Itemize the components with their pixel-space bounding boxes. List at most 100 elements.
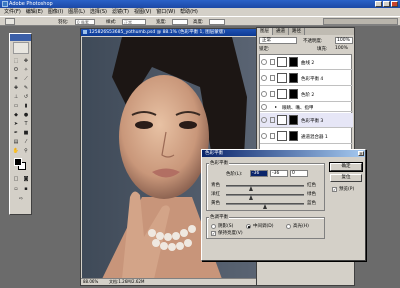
menu-view[interactable]: 视图(V): [134, 8, 151, 16]
visibility-eye-icon[interactable]: [261, 91, 267, 97]
visibility-eye-icon[interactable]: [261, 75, 267, 81]
highlights-radio[interactable]: [286, 224, 291, 229]
visibility-eye-icon[interactable]: [261, 117, 267, 123]
tool-preset-icon[interactable]: [5, 18, 15, 25]
link-icon[interactable]: [270, 133, 275, 139]
window-controls: [375, 1, 398, 7]
menu-file[interactable]: 文件(F): [4, 8, 21, 16]
screen-mode-1-icon[interactable]: ▫: [12, 186, 20, 193]
gradient-tool-icon[interactable]: ▮: [22, 103, 30, 110]
levels-yellow-blue-input[interactable]: 0: [290, 170, 308, 177]
cyan-red-slider[interactable]: [226, 185, 304, 187]
eyedropper-tool-icon[interactable]: ⁄: [22, 139, 30, 146]
layer-row[interactable]: 色阶 2: [260, 87, 353, 102]
menu-layer[interactable]: 图层(L): [68, 8, 85, 16]
feather-label: 羽化:: [58, 20, 69, 25]
dialog-title: 色彩平衡: [205, 151, 223, 156]
notes-tool-icon[interactable]: ▤: [12, 139, 20, 146]
lasso-tool-icon[interactable]: ʘ: [12, 67, 20, 74]
slider-left-label: 洋红: [211, 192, 220, 197]
type-tool-icon[interactable]: T: [22, 121, 30, 128]
toolbox-header[interactable]: [10, 34, 31, 41]
layer-row[interactable]: 通道混合器 1: [260, 129, 353, 144]
standard-mode-icon[interactable]: □: [12, 176, 20, 183]
menu-image[interactable]: 图像(I): [48, 8, 63, 16]
feather-input[interactable]: 0 像素: [75, 19, 95, 25]
menu-select[interactable]: 选择(S): [90, 8, 107, 16]
preserve-luminosity-checkbox[interactable]: ✓: [211, 231, 216, 236]
layer-row[interactable]: 色彩平衡 3: [260, 113, 353, 128]
menu-window[interactable]: 窗口(W): [156, 8, 175, 16]
blend-mode-select[interactable]: 正常: [259, 37, 297, 44]
visibility-eye-icon[interactable]: [261, 133, 267, 139]
tab-channels[interactable]: 通道: [273, 28, 289, 35]
ok-button[interactable]: 确定: [329, 162, 363, 172]
healing-brush-tool-icon[interactable]: ✚: [12, 85, 20, 92]
hand-tool-icon[interactable]: ✋: [12, 148, 20, 155]
visibility-eye-icon[interactable]: [261, 59, 267, 65]
slider-right-label: 蓝色: [307, 201, 316, 206]
expand-triangle-icon[interactable]: ▸: [275, 104, 277, 109]
link-icon[interactable]: [270, 117, 275, 123]
levels-cyan-red-input[interactable]: -36: [250, 170, 268, 177]
mask-thumbnail: [289, 57, 298, 67]
fill-input[interactable]: 100%: [335, 46, 348, 51]
link-icon[interactable]: [270, 59, 275, 65]
jump-to-imageready-icon[interactable]: ⇨: [17, 196, 25, 203]
screen-mode-2-icon[interactable]: ▪: [22, 186, 30, 193]
tone-balance-group-label: 色调平衡: [209, 214, 229, 220]
pen-tool-icon[interactable]: ✒: [12, 130, 20, 137]
quick-mask-mode-icon[interactable]: ◙: [22, 176, 30, 183]
layer-row[interactable]: 色彩平衡 4: [260, 71, 353, 86]
menu-filter[interactable]: 滤镜(T): [112, 8, 129, 16]
opacity-input[interactable]: 100%: [335, 37, 353, 44]
document-title-bar[interactable]: 125826S53685_yothumb.psd @ 88.1% (色彩平衡 1…: [81, 29, 257, 36]
dialog-close-button[interactable]: ×: [358, 151, 364, 156]
tab-layers[interactable]: 图层: [257, 28, 273, 35]
reset-button[interactable]: 复位: [330, 174, 362, 182]
move-tool-icon[interactable]: ✥: [22, 58, 30, 65]
foreground-color-swatch[interactable]: [14, 158, 22, 166]
preview-checkbox[interactable]: ✓: [332, 187, 337, 192]
shape-tool-icon[interactable]: ■: [22, 130, 30, 137]
width-input[interactable]: [172, 19, 188, 25]
magenta-green-slider[interactable]: [226, 194, 304, 196]
brush-tool-icon[interactable]: ✎: [22, 85, 30, 92]
style-select[interactable]: 正常: [122, 19, 146, 25]
slice-tool-icon[interactable]: ⟋: [22, 76, 30, 83]
magic-wand-tool-icon[interactable]: ✧: [22, 67, 30, 74]
crop-tool-icon[interactable]: ⌗: [12, 76, 20, 83]
tab-paths[interactable]: 路径: [289, 28, 305, 35]
path-selection-tool-icon[interactable]: ➤: [12, 121, 20, 128]
link-icon[interactable]: [270, 75, 275, 81]
app-title: Adobe Photoshop: [9, 1, 53, 7]
dialog-title-bar[interactable]: 色彩平衡: [202, 150, 365, 157]
maximize-button[interactable]: [383, 1, 390, 7]
style-label: 样式:: [106, 20, 117, 25]
height-input[interactable]: [209, 19, 225, 25]
levels-label: 色阶(L):: [226, 172, 243, 177]
dodge-tool-icon[interactable]: ●: [22, 112, 30, 119]
adjustment-thumbnail: [277, 131, 287, 141]
layer-group-row[interactable]: ▸ 眼睛、嘴、指甲: [260, 103, 353, 112]
zoom-tool-icon[interactable]: ⚲: [22, 148, 30, 155]
zoom-level[interactable]: 88.06%: [83, 279, 98, 285]
close-window-button[interactable]: [391, 1, 398, 7]
document-icon: [83, 30, 87, 34]
shadows-radio[interactable]: [211, 224, 216, 229]
levels-magenta-green-input[interactable]: -36: [270, 170, 288, 177]
layer-row[interactable]: 曲线 2: [260, 55, 353, 70]
palette-well[interactable]: [323, 18, 398, 25]
minimize-button[interactable]: [375, 1, 382, 7]
midtones-radio[interactable]: [246, 224, 251, 229]
menu-edit[interactable]: 编辑(E): [26, 8, 43, 16]
marquee-tool-icon[interactable]: ⬚: [12, 58, 20, 65]
history-brush-tool-icon[interactable]: ↺: [22, 94, 30, 101]
clone-stamp-tool-icon[interactable]: ⊥: [12, 94, 20, 101]
menu-help[interactable]: 帮助(H): [180, 8, 198, 16]
blur-tool-icon[interactable]: ◆: [12, 112, 20, 119]
link-icon[interactable]: [270, 91, 275, 97]
visibility-eye-icon[interactable]: [261, 104, 267, 110]
eraser-tool-icon[interactable]: ▭: [12, 103, 20, 110]
document-size: 文档:1.26M/2.62M: [109, 279, 145, 284]
